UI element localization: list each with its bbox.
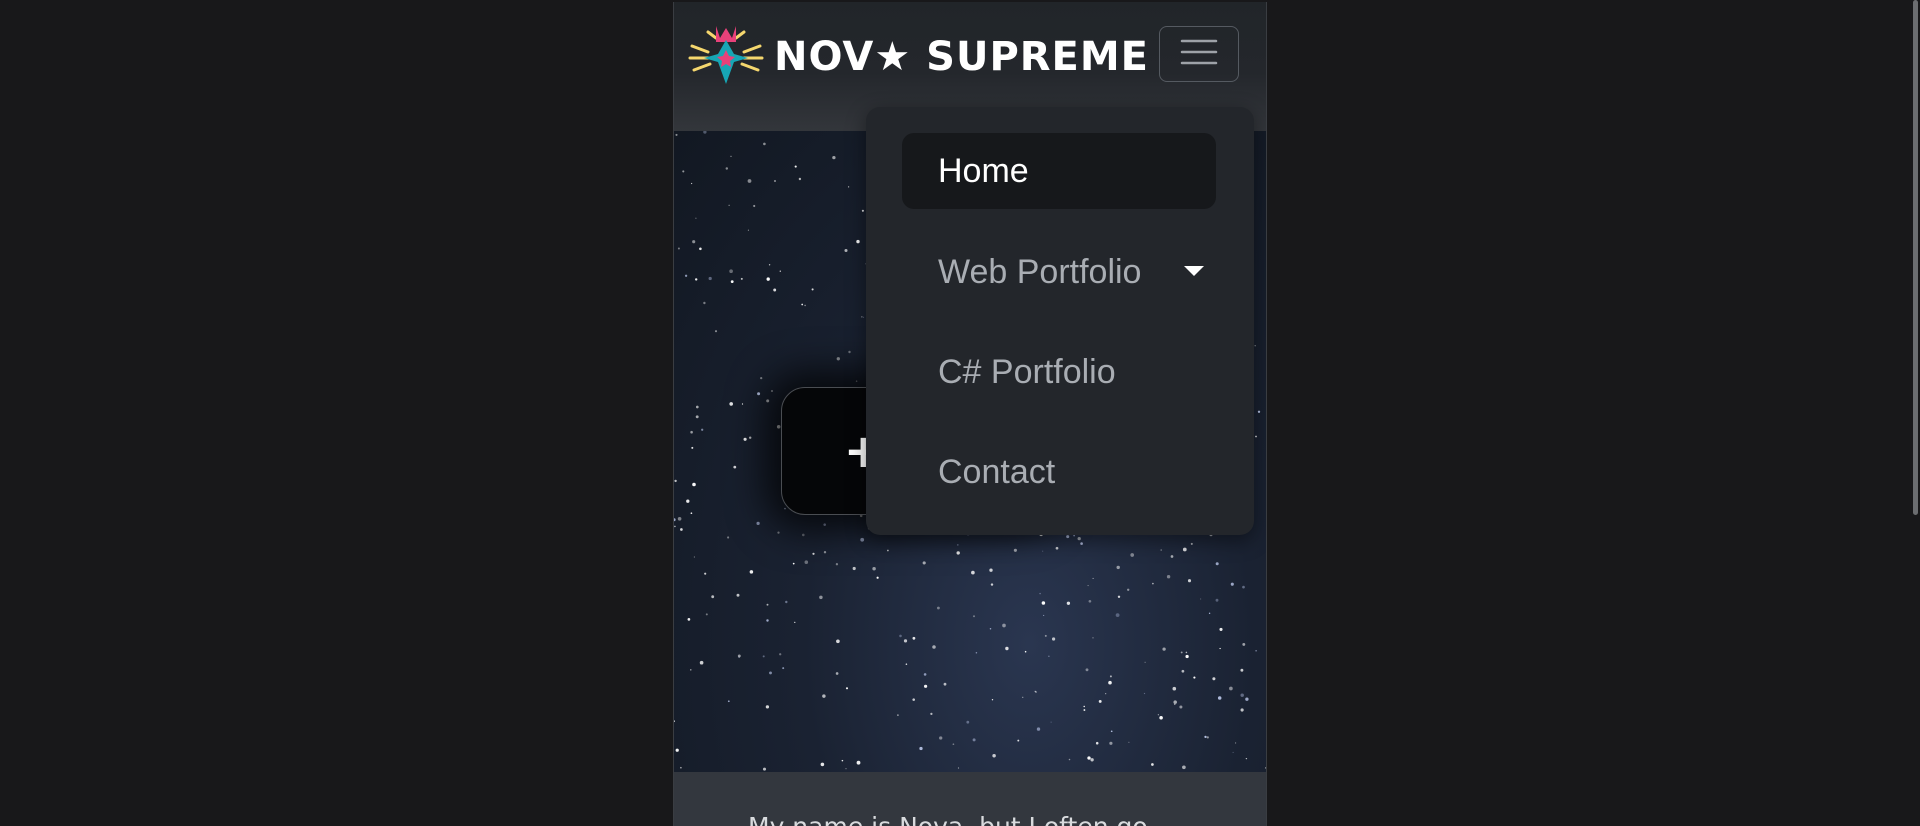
caret-down-icon	[1184, 266, 1204, 276]
nav-item-label: Web Portfolio	[938, 252, 1142, 291]
nav-item-contact[interactable]: Contact	[902, 434, 1216, 510]
about-section: My name is Nova, but I often go	[674, 772, 1266, 826]
mobile-viewport: NOV★ SUPREME + My name is Nova, but I of…	[673, 2, 1267, 826]
star-crown-logo-icon	[688, 24, 764, 90]
nav-item-home[interactable]: Home	[902, 133, 1216, 209]
nav-item-label: Home	[938, 151, 1029, 190]
nav-item-csharp-portfolio[interactable]: C# Portfolio	[902, 334, 1216, 410]
hamburger-icon	[1180, 37, 1218, 71]
brand-link[interactable]: NOV★ SUPREME	[688, 24, 1149, 90]
nav-dropdown-menu: Home Web Portfolio C# Portfolio Contact	[866, 107, 1254, 535]
nav-item-label: C# Portfolio	[938, 352, 1116, 391]
nav-item-label: Contact	[938, 452, 1056, 491]
navbar-toggler-button[interactable]	[1159, 26, 1239, 82]
brand-title: NOV★ SUPREME	[774, 34, 1150, 80]
nav-item-web-portfolio[interactable]: Web Portfolio	[902, 234, 1216, 310]
about-text: My name is Nova, but I often go	[748, 812, 1148, 826]
page-scrollbar[interactable]	[1913, 0, 1918, 515]
